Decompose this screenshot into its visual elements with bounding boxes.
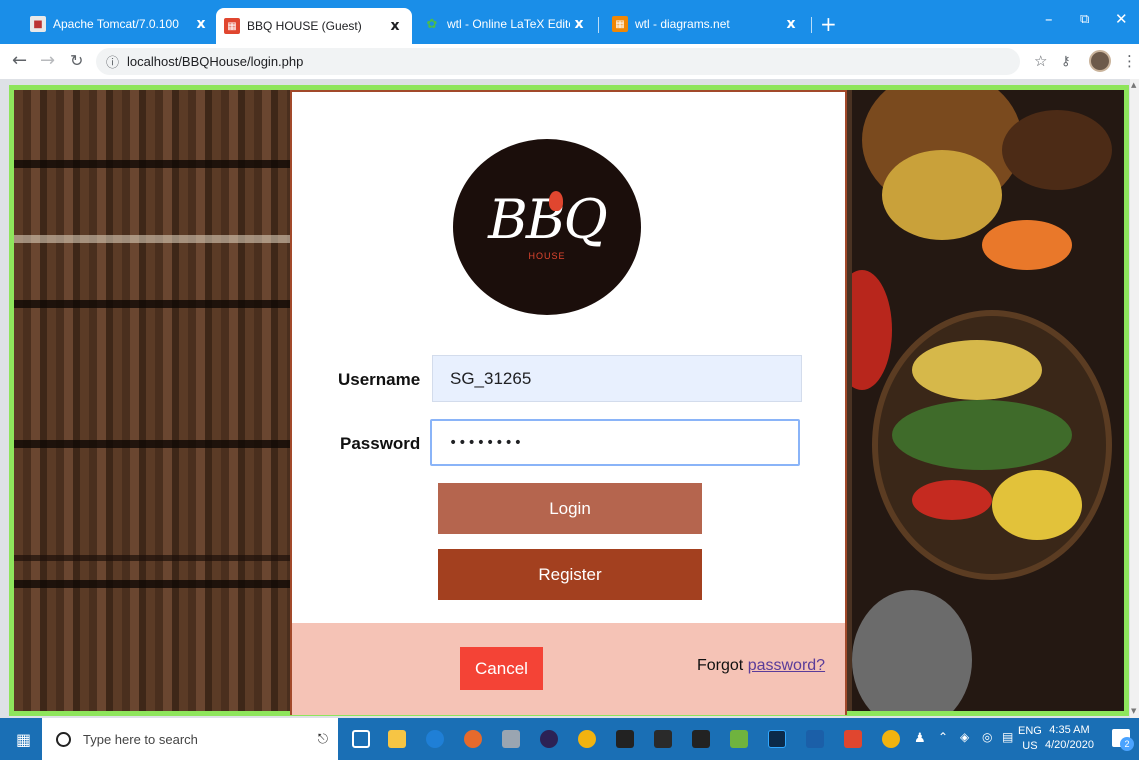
forgot-password-link[interactable]: password? [748,657,825,674]
username-input[interactable]: SG_31265 [432,355,802,402]
wood-background-image [14,90,294,711]
address-bar[interactable]: ⓘ localhost/BBQHouse/login.php [96,48,1020,75]
chrome-active-icon[interactable] [882,730,900,748]
chrome-icon[interactable] [578,730,596,748]
tray-chevron-icon[interactable]: ⌃ [938,730,948,744]
back-icon[interactable]: ← [12,50,27,71]
browser-toolbar: ← → ↻ ⓘ localhost/BBQHouse/login.php ☆ ⚷… [0,44,1139,79]
info-icon[interactable]: ⓘ [106,52,119,71]
close-tab-icon[interactable]: x [782,16,800,32]
notepad-icon[interactable] [502,730,520,748]
tab-overleaf[interactable]: ✿ wtl - Online LaTeX Editor Overleaf x [416,9,596,39]
tab-title: wtl - Online LaTeX Editor Overleaf [447,17,570,31]
notepad-plus-icon[interactable] [730,730,748,748]
notification-badge: 2 [1120,737,1134,751]
logo-subtext: HOUSE [528,251,566,261]
menu-icon[interactable]: ⋮ [1122,52,1137,70]
browser-tab-strip: ■ Apache Tomcat/7.0.100 x ▦ BBQ HOUSE (G… [0,0,1139,44]
login-card: BBQ HOUSE Username SG_31265 Password •••… [290,90,847,715]
network-icon[interactable]: ◈ [960,730,969,744]
tab-separator [598,17,599,33]
new-tab-button[interactable]: + [820,12,837,36]
wifi-icon[interactable]: ◎ [982,730,992,744]
scroll-up-icon[interactable]: ▲ [1131,81,1136,89]
windows-start-icon[interactable]: ▦ [16,730,31,749]
close-window-icon[interactable]: ✕ [1115,10,1128,28]
close-tab-icon[interactable]: x [192,16,210,32]
drawio-icon: ▦ [612,16,628,32]
clock-time: 4:35 AM [1049,724,1090,736]
terminal-icon[interactable] [616,730,634,748]
volume-icon[interactable]: ▤ [1002,730,1013,744]
console-icon[interactable] [692,730,710,748]
photoshop-icon[interactable] [768,730,786,748]
password-label: Password [340,434,421,453]
cancel-button[interactable]: Cancel [460,647,543,690]
task-view-icon[interactable] [352,730,370,748]
cortana-icon [56,731,71,747]
tomcat-icon: ■ [30,16,46,32]
reload-icon[interactable]: ↻ [70,51,83,70]
file-explorer-icon[interactable] [388,730,406,748]
close-tab-icon[interactable]: x [570,16,588,32]
register-button[interactable]: Register [438,549,702,600]
password-key-icon[interactable]: ⚷ [1061,54,1071,69]
tab-diagrams[interactable]: ▦ wtl - diagrams.net x [604,9,808,39]
page-viewport: BBQ HOUSE Username SG_31265 Password •••… [0,79,1139,718]
language-code: ENG [1018,725,1042,737]
login-footer: Cancel Forgot password? [292,623,845,715]
grilled-vegetables-image [852,90,1124,711]
language-indicator[interactable]: ENG US [1018,724,1042,754]
wood-crack [14,555,294,561]
password-input[interactable]: •••••••• [430,419,800,466]
region-code: US [1022,740,1038,752]
powershell-icon[interactable] [806,730,824,748]
tab-title: Apache Tomcat/7.0.100 [53,17,179,31]
tab-apache-tomcat[interactable]: ■ Apache Tomcat/7.0.100 x [22,9,218,39]
tab-title: wtl - diagrams.net [635,17,730,31]
forgot-password: Forgot password? [697,657,825,675]
forward-icon[interactable]: → [40,50,55,71]
logo-text: BBQ [488,188,608,251]
tab-title: BBQ HOUSE (Guest) [247,19,362,33]
windows-taskbar: ▦ Type here to search ⎋ ♟ ⌃ ◈ ◎ ▤ ENG US… [0,718,1139,760]
forgot-text: Forgot [697,657,744,674]
search-placeholder: Type here to search [83,731,198,747]
close-tab-icon[interactable]: x [386,18,404,34]
system-clock[interactable]: 4:35 AM 4/20/2020 [1045,723,1094,753]
bookmark-star-icon[interactable]: ☆ [1034,52,1047,70]
people-icon[interactable]: ♟ [914,730,926,746]
ubuntu-icon[interactable] [464,730,482,748]
flame-icon [549,191,563,211]
taskbar-search-box[interactable]: Type here to search ⎋ [42,718,338,760]
xampp-icon[interactable] [844,730,862,748]
bbq-icon: ▦ [224,18,240,34]
microphone-icon[interactable]: ⎋ [318,732,328,747]
wood-highlight [14,235,294,243]
page-scrollbar[interactable]: ▲ ▼ [1130,79,1139,718]
tab-separator [811,17,812,33]
login-button[interactable]: Login [438,483,702,534]
bbq-house-logo: BBQ HOUSE [453,139,641,315]
minimize-icon[interactable]: – [1045,10,1053,28]
clock-date: 4/20/2020 [1045,739,1094,751]
eclipse-icon[interactable] [540,730,558,748]
profile-avatar[interactable] [1089,50,1111,72]
overleaf-icon: ✿ [426,16,438,32]
restore-icon[interactable]: ⧉ [1080,12,1089,27]
tab-bbq-house[interactable]: ▦ BBQ HOUSE (Guest) x [216,8,412,44]
username-label: Username [338,370,421,389]
edge-icon[interactable] [426,730,444,748]
python-icon[interactable] [654,730,672,748]
scroll-down-icon[interactable]: ▼ [1131,707,1136,715]
url-text: localhost/BBQHouse/login.php [127,54,304,69]
